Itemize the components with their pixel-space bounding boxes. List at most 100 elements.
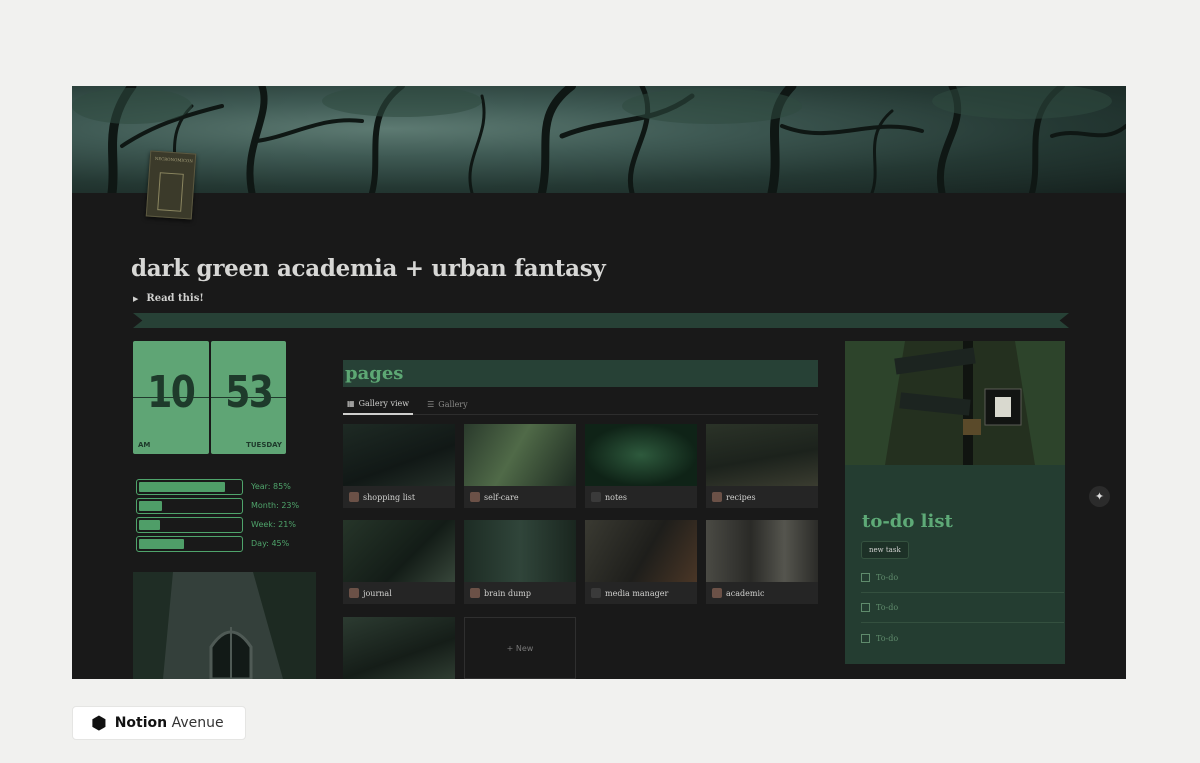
gallery-card-self-care[interactable]: self-care bbox=[464, 424, 576, 508]
clock-ampm: AM bbox=[138, 441, 151, 449]
gallery-card-shopping-list[interactable]: shopping list bbox=[343, 424, 455, 508]
notion-page: NECRONOMICON dark green academia + urban… bbox=[72, 86, 1126, 679]
blank-icon bbox=[591, 492, 601, 502]
card-cover-image bbox=[464, 520, 576, 582]
todo-item[interactable]: To-do bbox=[861, 593, 1064, 623]
card-title: notes bbox=[605, 492, 628, 502]
progress-bar bbox=[136, 497, 243, 514]
gallery-card-notes[interactable]: notes bbox=[585, 424, 697, 508]
card-title: recipes bbox=[726, 492, 756, 502]
card-cover-image bbox=[464, 424, 576, 486]
book-cover-lettering: NECRONOMICON bbox=[154, 155, 193, 164]
card-title: shopping list bbox=[363, 492, 416, 502]
street-sign-image[interactable] bbox=[845, 341, 1065, 465]
cover-image[interactable] bbox=[72, 86, 1126, 193]
progress-bar bbox=[136, 478, 243, 495]
todo-item[interactable]: To-do bbox=[861, 563, 1064, 593]
progress-fill bbox=[139, 481, 225, 492]
progress-label: Year: 85% bbox=[251, 482, 291, 491]
progress-label: Week: 21% bbox=[251, 520, 296, 529]
grid-icon: ▦ bbox=[347, 398, 355, 408]
progress-fill bbox=[139, 538, 185, 549]
checkbox[interactable] bbox=[861, 633, 870, 643]
clock-minute-card: 53 TUESDAY bbox=[210, 341, 286, 454]
clock-hour: 10 bbox=[147, 367, 196, 418]
gallery-card-untitled[interactable] bbox=[343, 617, 455, 679]
emoji-icon bbox=[712, 588, 722, 598]
card-cover-image bbox=[585, 424, 697, 486]
gallery-card-journal[interactable]: journal bbox=[343, 520, 455, 604]
progress-label: Month: 23% bbox=[251, 501, 300, 510]
ai-sparkle-button[interactable]: ✦ bbox=[1089, 486, 1110, 507]
checkbox[interactable] bbox=[861, 573, 870, 582]
clock-divider bbox=[210, 397, 286, 398]
flip-clock-widget: 10 AM 53 TUESDAY bbox=[133, 341, 286, 454]
progress-bar bbox=[136, 516, 243, 533]
tab-gallery[interactable]: ☰ Gallery bbox=[423, 393, 472, 415]
todo-heading[interactable]: to-do list bbox=[862, 511, 953, 532]
clock-minute: 53 bbox=[224, 367, 274, 418]
card-title: academic bbox=[726, 588, 765, 598]
progress-label: Day: 45% bbox=[251, 539, 290, 548]
todo-label[interactable]: To-do bbox=[876, 634, 898, 643]
page-title[interactable]: dark green academia + urban fantasy bbox=[131, 255, 606, 282]
progress-row-week: Week: 21% bbox=[136, 515, 299, 534]
emoji-icon bbox=[470, 492, 480, 502]
triangle-right-icon[interactable]: ▶ bbox=[133, 294, 138, 303]
brand-name: Notion Avenue bbox=[115, 715, 224, 731]
tab-label: Gallery bbox=[438, 399, 468, 409]
ribbon-divider bbox=[133, 313, 1069, 328]
emoji-icon bbox=[349, 588, 359, 598]
card-cover-image bbox=[585, 520, 697, 582]
card-title: journal bbox=[363, 588, 392, 598]
card-cover-image bbox=[343, 424, 455, 486]
brand-watermark: ⬢ Notion Avenue bbox=[72, 706, 246, 740]
todo-label[interactable]: To-do bbox=[876, 603, 898, 612]
emoji-icon bbox=[712, 492, 722, 502]
brand-name-light: Avenue bbox=[171, 715, 224, 731]
forest-cover-art bbox=[72, 86, 1126, 193]
gallery-card-brain-dump[interactable]: brain dump bbox=[464, 520, 576, 604]
card-cover-image bbox=[343, 617, 455, 679]
card-title: brain dump bbox=[484, 588, 531, 598]
list-icon: ☰ bbox=[427, 399, 435, 409]
progress-row-month: Month: 23% bbox=[136, 496, 299, 515]
street-art bbox=[845, 341, 1065, 465]
emoji-icon bbox=[349, 492, 359, 502]
new-task-button[interactable]: new task bbox=[861, 541, 909, 559]
progress-widget: Year: 85% Month: 23% Week: 21% Day: 45% bbox=[136, 477, 299, 553]
progress-fill bbox=[139, 519, 161, 530]
book-icon[interactable]: NECRONOMICON bbox=[145, 150, 197, 220]
progress-row-year: Year: 85% bbox=[136, 477, 299, 496]
view-tabs: ▦ Gallery view ☰ Gallery bbox=[343, 393, 818, 415]
card-cover-image bbox=[343, 520, 455, 582]
card-cover-image bbox=[706, 424, 818, 486]
toggle-label: Read this! bbox=[146, 293, 204, 304]
read-this-toggle[interactable]: ▶ Read this! bbox=[133, 293, 204, 304]
progress-bar bbox=[136, 535, 243, 552]
notion-avenue-logo-icon: ⬢ bbox=[91, 712, 107, 734]
card-title: self-care bbox=[484, 492, 519, 502]
checkbox[interactable] bbox=[861, 603, 870, 612]
card-title: media manager bbox=[605, 588, 669, 598]
gallery-card-recipes[interactable]: recipes bbox=[706, 424, 818, 508]
progress-fill bbox=[139, 500, 163, 511]
clock-day: TUESDAY bbox=[246, 441, 282, 449]
gallery-card-media-manager[interactable]: media manager bbox=[585, 520, 697, 604]
gallery-card-academic[interactable]: academic bbox=[706, 520, 818, 604]
tab-label: Gallery view bbox=[358, 398, 410, 408]
todo-label[interactable]: To-do bbox=[876, 573, 898, 582]
emoji-icon bbox=[470, 588, 480, 598]
blank-icon bbox=[591, 588, 601, 598]
todo-widget: to-do list new task To-do To-do To-do bbox=[845, 465, 1065, 664]
clock-hour-card: 10 AM bbox=[133, 341, 209, 454]
brand-name-bold: Notion bbox=[114, 715, 168, 731]
todo-item[interactable]: To-do bbox=[861, 623, 1064, 653]
castle-image[interactable] bbox=[133, 572, 316, 679]
pages-heading[interactable]: pages bbox=[343, 360, 818, 387]
new-page-button[interactable]: + New bbox=[464, 617, 576, 679]
book-cover-ornament bbox=[157, 172, 184, 212]
card-cover-image bbox=[706, 520, 818, 582]
clock-divider bbox=[133, 397, 209, 398]
tab-gallery-view[interactable]: ▦ Gallery view bbox=[343, 393, 414, 415]
